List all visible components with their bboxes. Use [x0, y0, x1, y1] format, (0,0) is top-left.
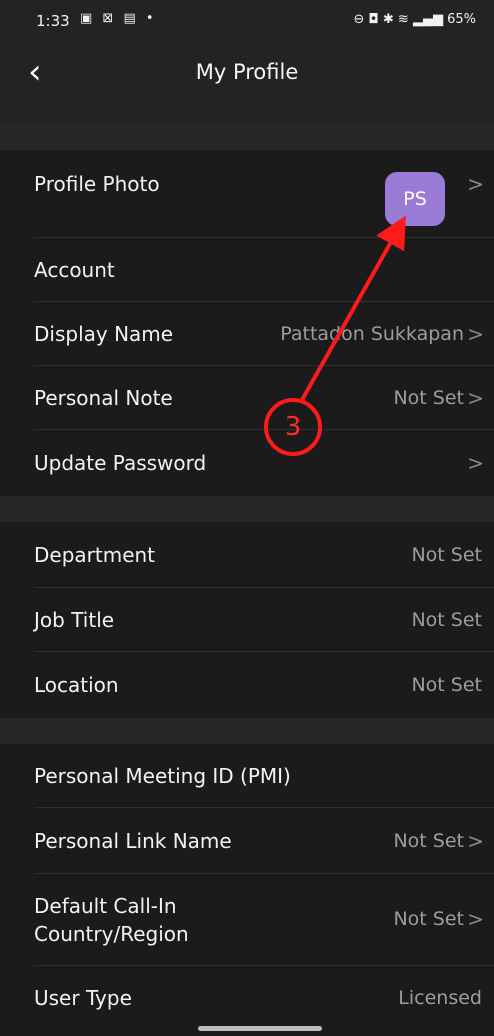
- annotation-step-badge: 3: [264, 398, 322, 456]
- annotation-arrow-line: [300, 215, 406, 401]
- annotation-arrow: [300, 215, 406, 401]
